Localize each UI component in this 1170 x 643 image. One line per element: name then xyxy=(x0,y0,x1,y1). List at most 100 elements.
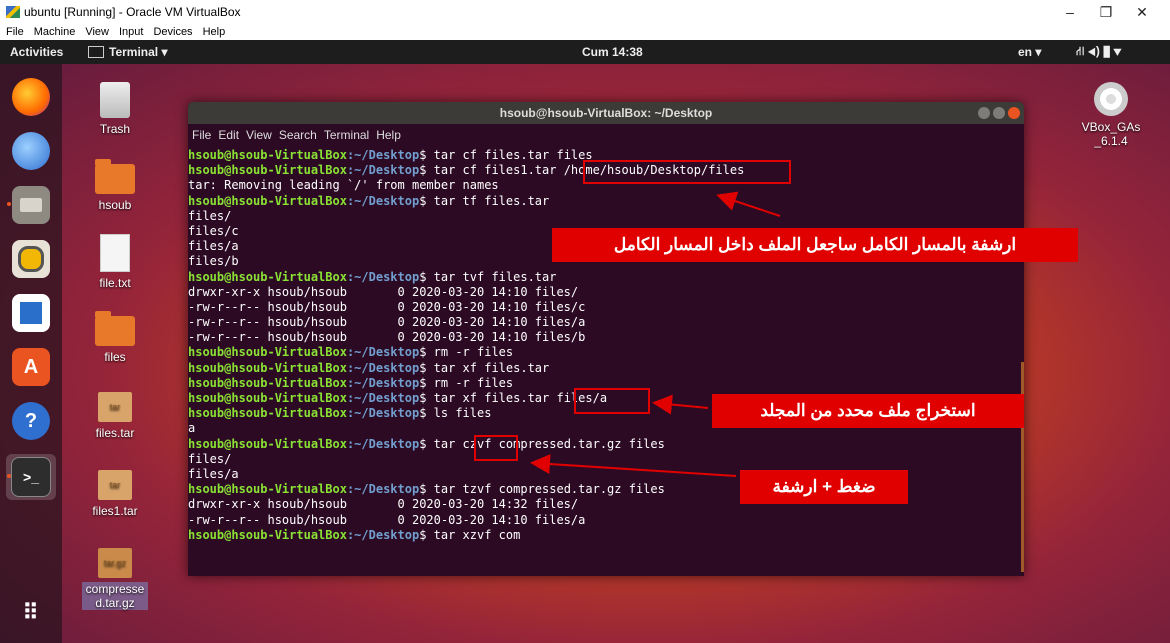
terminal-title: hsoub@hsoub-VirtualBox: ~/Desktop xyxy=(499,106,713,120)
prompt-path: :~/Desktop xyxy=(346,391,420,405)
vbox-menu-help[interactable]: Help xyxy=(203,26,226,38)
keyboard-layout[interactable]: en ▾ xyxy=(1018,40,1041,64)
terminal-output-line: files/ xyxy=(188,451,232,466)
terminal-command-line: hsoub@hsoub-VirtualBox:~/Desktop$ tar xf… xyxy=(188,361,1024,376)
terminal-output-line: drwxr-xr-x hsoub/hsoub 0 2020-03-20 14:1… xyxy=(188,284,579,299)
activities-button[interactable]: Activities xyxy=(10,40,63,64)
highlight-czvf xyxy=(474,435,518,461)
system-menu[interactable]: ⛙ ◂) ▮ ▾ xyxy=(1076,40,1122,64)
vbox-menu-devices[interactable]: Devices xyxy=(153,26,192,38)
prompt-path: :~/Desktop xyxy=(346,193,420,208)
terminal-output-line: -rw-r--r-- hsoub/hsoub 0 2020-03-20 14:1… xyxy=(188,299,586,314)
terminal-small-icon xyxy=(88,46,104,58)
vbox-titlebar: ubuntu [Running] - Oracle VM VirtualBox … xyxy=(0,0,1170,24)
desktop-icon-vbox-gas[interactable]: VBox_GAs_6.1.4 xyxy=(1076,82,1146,148)
terminal-command-line: hsoub@hsoub-VirtualBox:~/Desktop$ tar tf… xyxy=(188,194,1024,209)
command-text: $ rm -r files xyxy=(419,375,514,390)
libreoffice-writer-icon xyxy=(12,294,50,332)
prompt-user: hsoub@hsoub-VirtualBox xyxy=(188,406,347,421)
prompt-path: :~/Desktop xyxy=(346,345,420,360)
terminal-minimize-button[interactable] xyxy=(978,107,990,119)
restore-button[interactable]: ❐ xyxy=(1088,0,1124,24)
prompt-path: :~/Desktop xyxy=(346,163,420,178)
terminal-menu-search[interactable]: Search xyxy=(279,128,317,142)
prompt-path: :~/Desktop xyxy=(346,527,420,542)
dock-software[interactable]: A xyxy=(6,344,56,390)
annotation-absolute-path: ارشفة بالمسار الكامل ساجعل الملف داخل ال… xyxy=(552,228,1078,262)
prompt-user: hsoub@hsoub-VirtualBox xyxy=(188,436,347,451)
dock-writer[interactable] xyxy=(6,290,56,336)
desktop-icon-label: file.txt xyxy=(99,276,131,290)
command-text: $ tar xf files.tar xyxy=(419,360,550,375)
dock-thunderbird[interactable] xyxy=(6,128,56,174)
show-applications-button[interactable]: ⠿ xyxy=(6,590,56,636)
annotation-extract-one: استخراج ملف محدد من المجلد xyxy=(712,394,1024,428)
dock-firefox[interactable] xyxy=(6,74,56,120)
vbox-menu-view[interactable]: View xyxy=(85,26,109,38)
command-text: $ tar tzvf compressed.tar.gz files xyxy=(419,482,665,497)
desktop-icon-files-tar[interactable]: tar files.tar xyxy=(80,392,150,440)
command-text: $ rm -r files xyxy=(419,345,514,360)
desktop-icon-hsoub[interactable]: hsoub xyxy=(80,159,150,212)
vbox-menu-file[interactable]: File xyxy=(6,26,24,38)
software-center-icon: A xyxy=(12,348,50,386)
desktop-icon-file-txt[interactable]: file.txt xyxy=(80,234,150,290)
desktop-icon-files1-tar[interactable]: tar files1.tar xyxy=(80,470,150,518)
prompt-user: hsoub@hsoub-VirtualBox xyxy=(188,527,347,542)
prompt-user: hsoub@hsoub-VirtualBox xyxy=(188,193,347,208)
thunderbird-icon xyxy=(12,132,50,170)
prompt-user: hsoub@hsoub-VirtualBox xyxy=(188,360,347,375)
terminal-maximize-button[interactable] xyxy=(993,107,1005,119)
terminal-titlebar[interactable]: hsoub@hsoub-VirtualBox: ~/Desktop xyxy=(188,102,1024,124)
vbox-menu-machine[interactable]: Machine xyxy=(34,26,76,38)
prompt-user: hsoub@hsoub-VirtualBox xyxy=(188,163,347,178)
folder-icon xyxy=(95,159,135,194)
terminal-menu-view[interactable]: View xyxy=(246,128,272,142)
terminal-command-line: hsoub@hsoub-VirtualBox:~/Desktop$ tar cz… xyxy=(188,437,1024,452)
terminal-menu-help[interactable]: Help xyxy=(376,128,401,142)
vbox-menubar: File Machine View Input Devices Help xyxy=(0,24,1170,40)
annotation-compress: ضغط + ارشفة xyxy=(740,470,908,504)
prompt-path: :~/Desktop xyxy=(346,482,420,497)
prompt-user: hsoub@hsoub-VirtualBox xyxy=(188,345,347,360)
prompt-user: hsoub@hsoub-VirtualBox xyxy=(188,148,347,162)
close-button[interactable]: ✕ xyxy=(1124,0,1160,24)
clock[interactable]: Cum 14:38 xyxy=(582,40,643,64)
trash-icon xyxy=(100,82,130,118)
highlight-files-a xyxy=(574,388,650,414)
command-text: $ tar xzvf com xyxy=(419,527,521,542)
virtualbox-icon xyxy=(6,6,20,18)
window-title: ubuntu [Running] - Oracle VM VirtualBox xyxy=(24,5,241,19)
dock-files[interactable] xyxy=(6,182,56,228)
terminal-output[interactable]: hsoub@hsoub-VirtualBox:~/Desktop$ tar cf… xyxy=(188,148,1024,576)
desktop-icon-label: files.tar xyxy=(95,426,135,440)
prompt-path: :~/Desktop xyxy=(346,360,420,375)
command-text: $ ls files xyxy=(419,406,492,421)
terminal-menu-terminal[interactable]: Terminal xyxy=(324,128,369,142)
tar-archive-icon: tar xyxy=(98,392,132,422)
desktop-icon-label: hsoub xyxy=(98,198,132,212)
terminal-output-line: -rw-r--r-- hsoub/hsoub 0 2020-03-20 14:1… xyxy=(188,315,586,330)
vbox-menu-input[interactable]: Input xyxy=(119,26,143,38)
desktop-icon-trash[interactable]: Trash xyxy=(80,82,150,136)
dock-help[interactable]: ? xyxy=(6,398,56,444)
terminal-menu-edit[interactable]: Edit xyxy=(218,128,239,142)
gnome-topbar: Activities Terminal ▾ Cum 14:38 en ▾ ⛙ ◂… xyxy=(0,40,1170,64)
prompt-path: :~/Desktop xyxy=(346,436,420,451)
terminal-app-menu[interactable]: Terminal ▾ xyxy=(88,40,167,64)
dock: A ? >_ ⠿ xyxy=(0,64,62,643)
dock-terminal[interactable]: >_ xyxy=(6,454,56,500)
running-indicator xyxy=(7,474,11,478)
prompt-user: hsoub@hsoub-VirtualBox xyxy=(188,375,347,390)
dock-rhythmbox[interactable] xyxy=(6,236,56,282)
terminal-menu-file[interactable]: File xyxy=(192,128,211,142)
prompt-path: :~/Desktop xyxy=(346,148,420,162)
desktop-icon-compressed[interactable]: tar.gz compressed.tar.gz xyxy=(80,548,150,610)
terminal-close-button[interactable] xyxy=(1008,107,1020,119)
minimize-button[interactable]: – xyxy=(1052,0,1088,24)
terminal-menubar: File Edit View Search Terminal Help xyxy=(188,124,1024,146)
command-text: $ tar cf files.tar files xyxy=(419,148,593,162)
highlight-absolute-path xyxy=(583,160,791,184)
desktop-icon-files[interactable]: files xyxy=(80,311,150,364)
folder-icon xyxy=(95,311,135,346)
